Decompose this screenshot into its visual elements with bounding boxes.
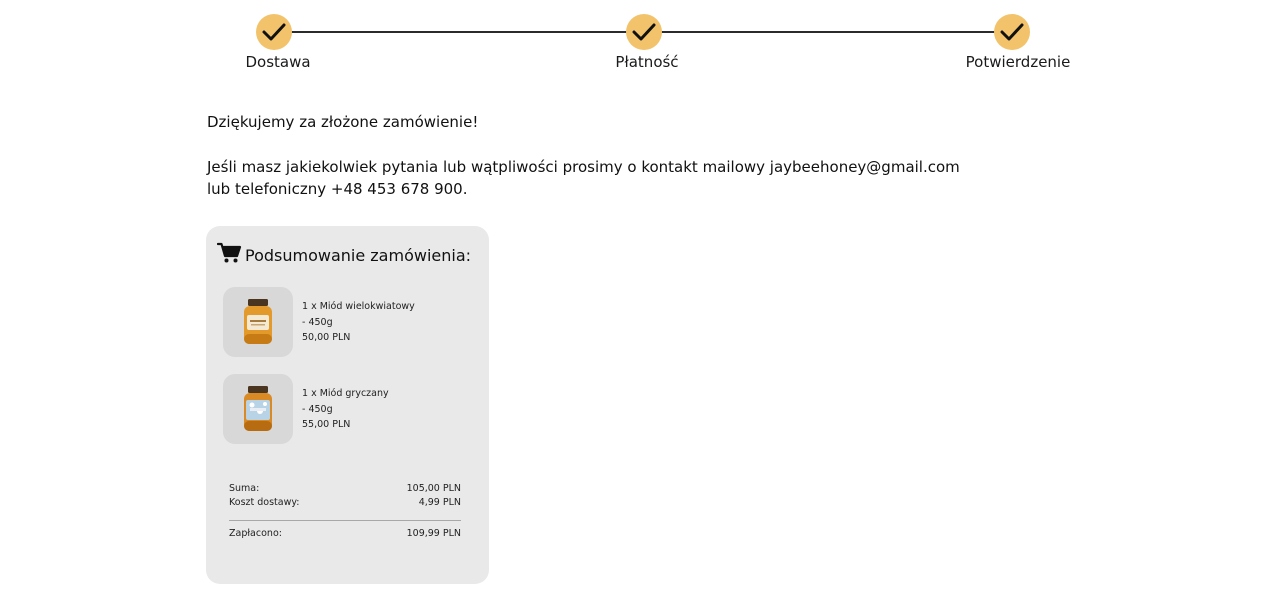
step-3-check-icon — [994, 14, 1030, 50]
step-connector — [274, 31, 644, 33]
summary-header: Podsumowanie zamówienia: — [216, 242, 472, 268]
contact-line-1: Jeśli masz jakiekolwiek pytania lub wątp… — [207, 158, 960, 176]
item-details: 1 x Miód wielokwiatowy - 450g 50,00 PLN — [302, 299, 415, 357]
product-image-honey-multiflower — [223, 287, 293, 357]
paid-label: Zapłacono: — [229, 528, 282, 539]
step-1-check-icon — [256, 14, 292, 50]
checkout-stepper: Dostawa Płatność Potwierdzenie — [0, 0, 1288, 80]
step-2-check-icon — [626, 14, 662, 50]
cart-icon — [216, 242, 242, 268]
sum-row: Suma: 105,00 PLN — [229, 482, 461, 496]
sum-label: Suma: — [229, 483, 260, 494]
item-name: 1 x Miód wielokwiatowy — [302, 301, 415, 312]
shipping-row: Koszt dostawy: 4,99 PLN — [229, 496, 461, 510]
sum-value: 105,00 PLN — [406, 483, 461, 494]
contact-info: Jeśli masz jakiekolwiek pytania lub wątp… — [207, 156, 987, 200]
totals-block: Suma: 105,00 PLN Koszt dostawy: 4,99 PLN — [229, 482, 461, 510]
summary-title: Podsumowanie zamówienia: — [245, 245, 472, 265]
product-image-honey-buckwheat — [223, 374, 293, 444]
step-label-confirmation: Potwierdzenie — [965, 53, 1071, 71]
step-label-delivery: Dostawa — [245, 53, 311, 71]
shipping-value: 4,99 PLN — [418, 497, 461, 508]
item-price: 55,00 PLN — [302, 419, 351, 430]
step-connector — [644, 31, 1012, 33]
summary-item: 1 x Miód gryczany - 450g 55,00 PLN — [223, 374, 389, 444]
item-price: 50,00 PLN — [302, 332, 351, 343]
thank-you-message: Dziękujemy za złożone zamówienie! — [207, 113, 479, 131]
shipping-label: Koszt dostawy: — [229, 497, 300, 508]
totals-divider — [229, 520, 461, 521]
paid-value: 109,99 PLN — [406, 528, 461, 539]
item-details: 1 x Miód gryczany - 450g 55,00 PLN — [302, 386, 389, 444]
summary-item: 1 x Miód wielokwiatowy - 450g 50,00 PLN — [223, 287, 415, 357]
paid-row: Zapłacono: 109,99 PLN — [229, 527, 461, 541]
paid-block: Zapłacono: 109,99 PLN — [229, 527, 461, 541]
contact-line-2: lub telefoniczny +48 453 678 900. — [207, 180, 468, 198]
item-name: 1 x Miód gryczany — [302, 388, 389, 399]
order-summary-card: Podsumowanie zamówienia: 1 x Miód wielok… — [206, 226, 489, 584]
item-weight: - 450g — [302, 403, 333, 415]
item-weight: - 450g — [302, 316, 333, 328]
step-label-payment: Płatność — [615, 53, 679, 71]
